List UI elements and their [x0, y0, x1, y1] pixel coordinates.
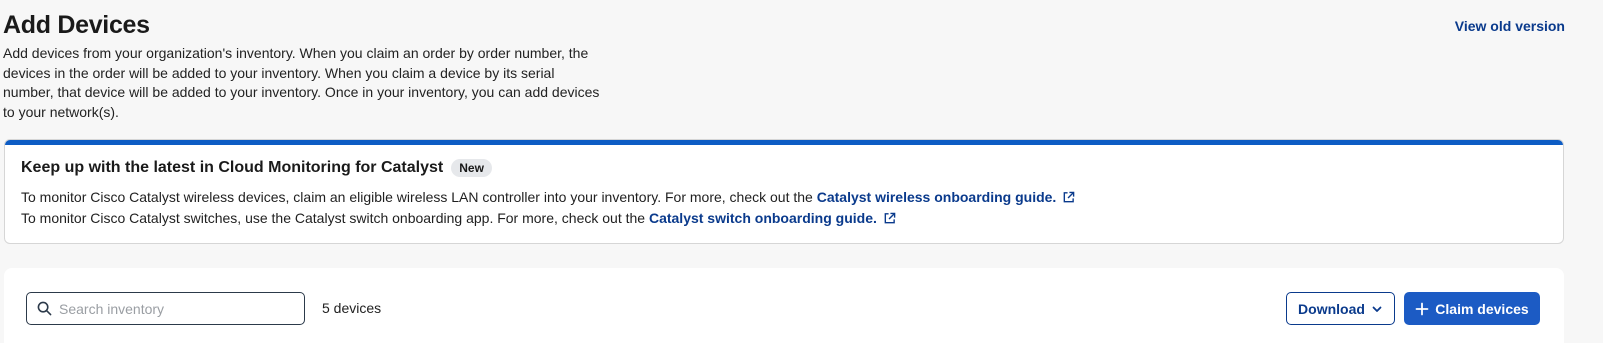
external-link-icon [884, 212, 896, 224]
search-box[interactable] [26, 292, 305, 325]
new-badge: New [451, 159, 492, 177]
search-input[interactable] [59, 300, 289, 317]
switch-onboarding-guide-link[interactable]: Catalyst switch onboarding guide. [649, 210, 896, 226]
banner-line-switch-text: To monitor Cisco Catalyst switches, use … [21, 210, 649, 226]
inventory-panel: 5 devices Download Claim devices [4, 268, 1564, 343]
page-header: Add Devices Add devices from your organi… [3, 10, 1603, 122]
search-icon [37, 301, 52, 316]
banner-line-wireless: To monitor Cisco Catalyst wireless devic… [21, 189, 1075, 205]
download-button[interactable]: Download [1286, 292, 1395, 325]
external-link-icon [1063, 191, 1075, 203]
claim-devices-button[interactable]: Claim devices [1404, 292, 1540, 325]
banner-title: Keep up with the latest in Cloud Monitor… [21, 159, 444, 176]
chevron-down-icon [1372, 306, 1382, 312]
banner-header: Keep up with the latest in Cloud Monitor… [21, 159, 492, 177]
banner-line-switch: To monitor Cisco Catalyst switches, use … [21, 210, 896, 226]
switch-onboarding-guide-label: Catalyst switch onboarding guide. [648, 210, 877, 226]
banner-accent-bar [5, 140, 1563, 145]
download-label: Download [1298, 300, 1365, 317]
device-count: 5 devices [322, 300, 382, 316]
page-title: Add Devices [3, 11, 150, 39]
claim-devices-label: Claim devices [1435, 300, 1529, 317]
wireless-onboarding-guide-label: Catalyst wireless onboarding guide. [816, 189, 1057, 205]
add-devices-page: Add Devices Add devices from your organi… [0, 0, 1603, 343]
banner-line-wireless-text: To monitor Cisco Catalyst wireless devic… [21, 189, 817, 205]
view-old-version-link[interactable]: View old version [1455, 18, 1565, 34]
catalyst-info-banner: Keep up with the latest in Cloud Monitor… [4, 139, 1564, 244]
wireless-onboarding-guide-link[interactable]: Catalyst wireless onboarding guide. [817, 189, 1076, 205]
page-description: Add devices from your organization's inv… [3, 45, 600, 120]
plus-icon [1415, 302, 1429, 315]
